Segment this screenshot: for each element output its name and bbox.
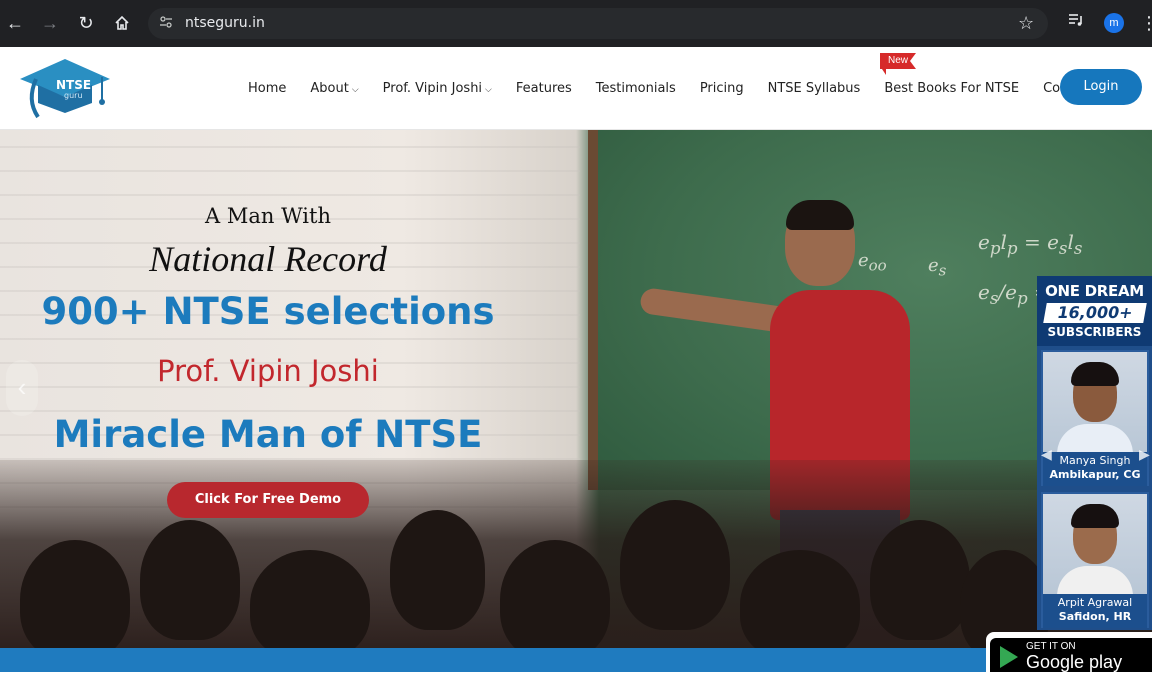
nav-item-label: Prof. Vipin Joshi [382, 81, 483, 96]
promo-one-dream: ONE DREAM [1045, 282, 1144, 300]
back-icon[interactable]: ← [4, 12, 26, 34]
google-play-icon [1000, 646, 1018, 668]
bookmark-star-icon[interactable]: ☆ [1018, 12, 1034, 34]
gplay-get-it-on: GET IT ON [1026, 641, 1076, 652]
free-demo-button[interactable]: Click For Free Demo [167, 482, 369, 518]
hero-line-professor: Prof. Vipin Joshi [157, 354, 379, 388]
student-photo [1043, 494, 1147, 594]
promo-prev-icon[interactable]: ◀ [1041, 446, 1052, 463]
chevron-down-icon: ⌵ [485, 85, 492, 95]
hero-line-miracle-man: Miracle Man of NTSE [53, 413, 483, 456]
nav-item-prof-vipin-joshi[interactable]: Prof. Vipin Joshi ⌵ [383, 81, 492, 96]
nav-item-label: Pricing [699, 81, 744, 96]
main-nav: Home About ⌵ Prof. Vipin Joshi ⌵ Features Test… [248, 47, 1138, 130]
profile-avatar[interactable]: m [1104, 13, 1124, 33]
promo-header: ONE DREAM 16,000+ SUBSCRIBERS [1037, 276, 1152, 346]
home-icon[interactable] [111, 12, 133, 34]
hero-banner: eplp = esls es/ep = lp/ls eoo es ‹ A Man… [0, 130, 1152, 648]
nav-item-label: Best Books For NTSE [884, 81, 1020, 96]
promo-count: 16,000+ [1043, 303, 1147, 323]
menu-kebab-icon[interactable]: ⋮ [1140, 12, 1152, 34]
nav-item-home[interactable]: Home [248, 81, 286, 96]
media-controls-icon[interactable] [1068, 12, 1084, 35]
subscribers-promo[interactable]: ONE DREAM 16,000+ SUBSCRIBERS Manya Sing… [1037, 276, 1152, 630]
nav-item-about[interactable]: About ⌵ [310, 81, 358, 96]
carousel-prev-arrow[interactable]: ‹ [6, 360, 38, 416]
nav-item-label: Home [248, 81, 287, 96]
reload-icon[interactable]: ↻ [75, 12, 97, 34]
url-text[interactable]: ntseguru.in [185, 15, 265, 32]
logo-subtitle: guru [64, 91, 83, 100]
student-place: Safidon, HR [1058, 610, 1132, 623]
bottom-strip [0, 648, 1152, 672]
login-button[interactable]: Login [1060, 69, 1142, 105]
student-name: Arpit Agrawal [1057, 596, 1133, 609]
logo-title: NTSE [56, 78, 92, 92]
browser-toolbar: ← → ↻ ntseguru.in ☆ m ⋮ [0, 0, 1152, 47]
student-name: Manya Singh [1059, 454, 1131, 467]
nav-item-label: Testimonials [595, 81, 676, 96]
nav-item-features[interactable]: Features [516, 81, 572, 96]
nav-item-testimonials[interactable]: Testimonials [596, 81, 676, 96]
nav-item-pricing[interactable]: Pricing [700, 81, 744, 96]
chevron-down-icon: ⌵ [351, 85, 359, 95]
site-logo[interactable]: NTSE guru [16, 57, 114, 119]
teacher-hair [786, 200, 854, 230]
new-badge: New [880, 53, 916, 75]
student-place: Ambikapur, CG [1049, 468, 1141, 481]
site-header: NTSE guru Home About ⌵ Prof. Vipin Joshi ⌵ Fe… [0, 47, 1152, 130]
address-bar[interactable]: ntseguru.in [148, 8, 1048, 39]
nav-item-best-books-for-ntse[interactable]: Best Books For NTSE [884, 81, 1019, 96]
hero-line-selections: 900+ NTSE selections [41, 290, 495, 333]
forward-icon[interactable]: → [39, 12, 61, 34]
promo-subscribers: SUBSCRIBERS [1047, 325, 1142, 339]
student-card: Arpit Agrawal Safidon, HR [1041, 492, 1149, 628]
hero-line-national-record: National Record [149, 239, 387, 279]
nav-item-label: About [310, 81, 349, 96]
promo-next-icon[interactable]: ▶ [1139, 446, 1150, 463]
nav-item-ntse-syllabus[interactable]: NTSE Syllabus [768, 81, 861, 96]
student-photo [1043, 352, 1147, 452]
nav-item-label: Features [515, 81, 572, 96]
site-info-icon[interactable] [158, 15, 174, 31]
google-play-badge[interactable]: GET IT ON Google play [986, 632, 1152, 672]
student-card: Manya Singh Ambikapur, CG [1041, 350, 1149, 486]
gplay-store-name: Google play [1026, 652, 1123, 672]
hero-line-a-man-with: A Man With [205, 204, 331, 228]
nav-item-label: NTSE Syllabus [767, 81, 861, 96]
